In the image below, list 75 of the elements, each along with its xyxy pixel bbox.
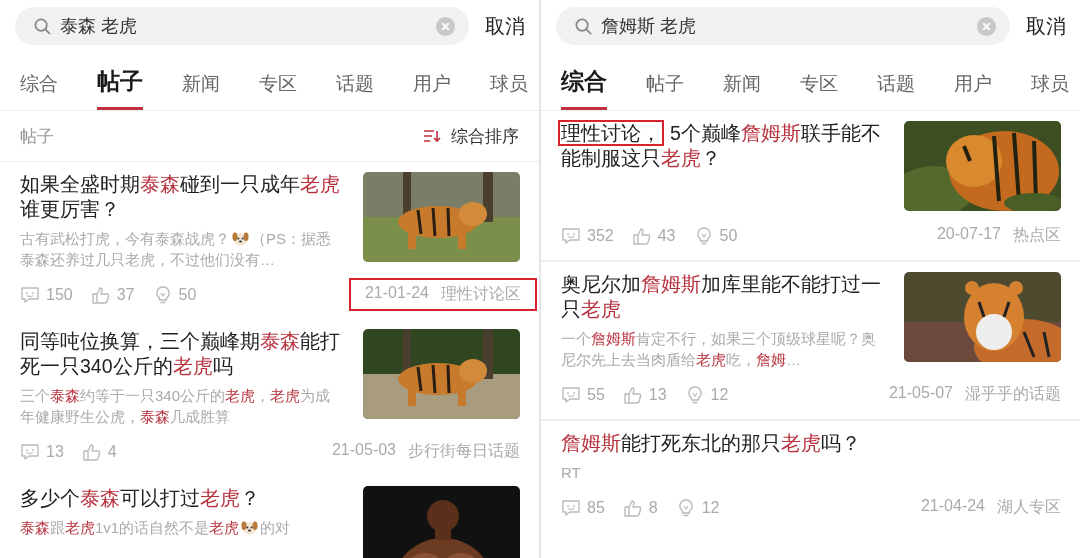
post-excerpt: 三个泰森约等于一只340公斤的老虎，老虎为成年健康野生公虎，泰森几成胜算 [20,386,332,427]
tab[interactable]: 用户 [954,71,992,110]
post-excerpt: 泰森跟老虎1v1的话自然不是老虎 的对 [20,518,292,538]
clear-icon[interactable] [436,16,455,36]
comment-icon[interactable] [561,225,581,246]
post-title: 同等吨位换算，三个巅峰期泰森能打死一只340公斤的老虎吗 [20,329,341,379]
tab[interactable]: 专区 [800,71,838,110]
search-bar[interactable]: 泰森 老虎 [15,7,469,45]
comment-icon[interactable] [20,284,40,305]
cancel-button[interactable]: 取消 [1026,12,1066,40]
tab[interactable]: 球员 [1031,71,1069,110]
animal-face-icon [241,519,259,536]
search-bar[interactable]: 詹姆斯 老虎 [556,7,1010,45]
comment-icon[interactable] [561,384,581,405]
stat-count: 4 [107,442,117,461]
like-icon[interactable] [622,384,643,405]
stat-count: 13 [648,385,667,404]
tab[interactable]: 帖子 [646,71,684,110]
tab[interactable]: 帖子 [97,66,143,110]
post-card[interactable]: 多少个泰森可以打过老虎？ 泰森跟老虎1v1的话自然不是老虎 的对 [0,476,539,558]
tab[interactable]: 球员 [490,71,528,110]
sort-button[interactable]: 综合排序 [423,124,519,148]
post-excerpt: 一个詹姆斯肯定不行，如果三个顶级球星呢？奥尼尔先上去当肉盾给老虎吃，詹姆… [561,329,877,370]
post-title: 奥尼尔加詹姆斯加库里能不能打过一只老虎 [561,272,882,322]
tab[interactable]: 综合 [561,66,607,110]
post-title: 詹姆斯能打死东北的那只老虎吗？ [561,431,862,456]
stat-count: 352 [587,226,614,245]
post-excerpt: RT [561,463,582,483]
stat-count: 43 [657,226,676,245]
tab[interactable]: 新闻 [723,71,761,110]
stat-count: 8 [648,498,658,517]
stat-count: 50 [719,226,738,245]
tab[interactable]: 用户 [413,71,451,110]
post-date: 21-01-24 [364,284,429,303]
stat-count: 12 [701,498,720,517]
animal-face-icon [232,230,249,247]
post-date: 20-07-17 [936,225,1001,244]
post-card[interactable]: 同等吨位换算，三个巅峰期泰森能打死一只340公斤的老虎吗 三个泰森约等于一只340公斤的老虎，老虎为成年健康野生公虎，泰森几成胜算 13 4 21-05-03 步行街每日话题 [0,319,539,476]
stat-count: 55 [587,385,605,404]
tab[interactable]: 综合 [20,71,58,110]
stat-count: 13 [46,442,64,461]
tab[interactable]: 新闻 [182,71,220,110]
stat-count: 85 [587,498,605,517]
search-icon [33,16,52,36]
search-field[interactable]: 詹姆斯 老虎 [601,15,969,37]
post-card[interactable]: 理性讨论， 5个巅峰詹姆斯联手能不能制服这只老虎？ 352 43 50 20-07-17 热点区 [541,111,1080,260]
search-field[interactable]: 泰森 老虎 [60,15,428,37]
post-card[interactable]: 詹姆斯能打死东北的那只老虎吗？ RT 85 8 12 21-04-24 湖人专区 [541,419,1080,532]
post-date: 21-05-03 [331,441,396,460]
stat-count: 150 [46,285,73,304]
post-date: 21-05-07 [888,384,953,403]
post-title: 如果全盛时期泰森碰到一只成年老虎 谁更厉害？ [20,172,341,222]
tab[interactable]: 话题 [877,71,915,110]
comment-icon[interactable] [20,441,40,462]
like-icon[interactable] [81,441,102,462]
tab[interactable]: 话题 [336,71,374,110]
clear-icon[interactable] [977,16,996,36]
stat-count: 50 [178,285,197,304]
post-title: 多少个泰森可以打过老虎？ [20,486,261,511]
cancel-button[interactable]: 取消 [485,12,525,40]
post-title: 理性讨论， 5个巅峰詹姆斯联手能不能制服这只老虎？ [561,121,886,171]
post-excerpt: 古有武松打虎，今有泰森战虎？ （PS：据悉泰森还养过几只老虎，不过他们没有… [20,229,332,270]
post-card[interactable]: 奥尼尔加詹姆斯加库里能不能打过一只老虎 一个詹姆斯肯定不行，如果三个顶级球星呢？奥尼尔先上去当肉盾给老虎吃，詹姆… 55 13 12 21-05-07 湿乎乎的话题 [541,260,1080,419]
stat-count: 12 [710,385,729,404]
like-icon[interactable] [631,225,652,246]
tab[interactable]: 专区 [259,71,297,110]
comment-icon[interactable] [561,497,581,518]
post-card[interactable]: 如果全盛时期泰森碰到一只成年老虎 谁更厉害？ 古有武松打虎，今有泰森战虎？ （PS：据悉泰森还养过几只老虎，不过他们没有… 150 37 50 21-01-24 理性讨论区 [0,162,539,319]
search-icon [574,16,593,36]
like-icon[interactable] [622,497,643,518]
sort-icon [423,129,441,143]
post-date: 21-04-24 [920,497,985,516]
section-label: 帖子 [20,125,54,148]
like-icon[interactable] [90,284,111,305]
stat-count: 37 [116,285,135,304]
